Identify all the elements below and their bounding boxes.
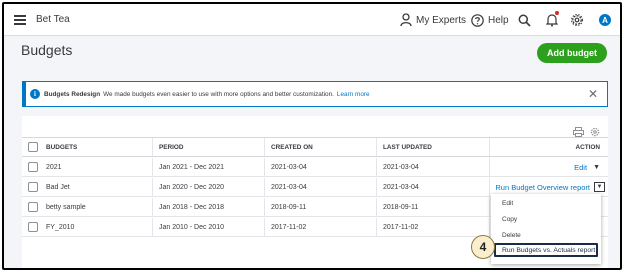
menu-item-edit[interactable]: Edit [491, 196, 601, 210]
help-button[interactable]: Help [471, 11, 509, 29]
hamburger-menu-icon[interactable] [14, 15, 26, 25]
app-window: Bet Tea My Experts Help A Budgets Add bu… [2, 2, 622, 270]
notification-badge [555, 11, 559, 15]
row-check-cell [28, 178, 38, 196]
chevron-down-icon[interactable]: ▼ [594, 182, 605, 192]
row-check-cell [28, 218, 38, 236]
row-checkbox[interactable] [28, 162, 38, 172]
step-number-callout: 4 [471, 235, 495, 259]
menu-item-run-budgets-vs-actuals[interactable]: Run Budgets vs. Actuals report [494, 243, 598, 257]
budget-updated: 2017-11-02 [376, 218, 418, 236]
company-name: Bet Tea [36, 14, 70, 25]
header-period[interactable]: PERIOD [152, 138, 184, 156]
budget-name[interactable]: 2021 [40, 158, 62, 176]
budget-updated: 2021-03-04 [376, 178, 419, 196]
my-experts-label: My Experts [416, 14, 467, 26]
settings-button[interactable] [570, 11, 584, 29]
bell-icon [546, 14, 558, 27]
budget-updated: 2018-09-11 [376, 198, 418, 216]
budget-period: Jan 2010 - Dec 2010 [152, 218, 224, 236]
row-action-menu: Edit Copy Delete Run Budgets vs. Actuals… [491, 194, 601, 264]
info-icon: i [30, 89, 40, 99]
chevron-down-icon[interactable]: ▼ [593, 164, 600, 171]
budget-created: 2017-11-02 [264, 218, 306, 236]
row-action: Edit ▼ [489, 158, 608, 176]
close-icon[interactable]: ✕ [588, 88, 598, 100]
notifications-button[interactable] [546, 11, 559, 29]
row-check-cell [28, 158, 38, 176]
select-all-checkbox[interactable] [28, 142, 38, 152]
row-checkbox[interactable] [28, 182, 38, 192]
budget-period: Jan 2018 - Dec 2018 [152, 198, 224, 216]
gear-icon [571, 14, 583, 26]
row-check-cell [28, 198, 38, 216]
menu-item-delete[interactable]: Delete [491, 228, 601, 242]
add-budget-button[interactable]: Add budget [537, 43, 607, 63]
row-checkbox[interactable] [28, 202, 38, 212]
banner-message: We made budgets even easier to use with … [103, 90, 334, 98]
page-title: Budgets [21, 42, 73, 58]
budget-created: 2021-03-04 [264, 178, 307, 196]
header-budgets[interactable]: BUDGETS [40, 138, 77, 156]
budget-created: 2021-03-04 [264, 158, 307, 176]
budget-name[interactable]: betty sample [40, 198, 86, 216]
banner-title: Budgets Redesign [44, 90, 101, 98]
info-banner: i Budgets Redesign We made budgets even … [22, 81, 608, 107]
edit-link[interactable]: Edit [574, 163, 587, 172]
row-checkbox[interactable] [28, 222, 38, 232]
search-button[interactable] [518, 11, 531, 29]
budget-created: 2018-09-11 [264, 198, 306, 216]
budget-name[interactable]: Bad Jet [40, 178, 70, 196]
search-icon [518, 14, 531, 27]
header-created-on[interactable]: CREATED ON [264, 138, 313, 156]
help-label: Help [488, 14, 509, 26]
menu-item-copy[interactable]: Copy [491, 212, 601, 226]
question-icon [471, 13, 484, 27]
user-avatar[interactable]: A [599, 14, 611, 26]
my-experts-button[interactable]: My Experts [400, 11, 466, 29]
budget-period: Jan 2020 - Dec 2020 [152, 178, 224, 196]
header-last-updated[interactable]: LAST UPDATED [376, 138, 432, 156]
budget-period: Jan 2021 - Dec 2021 [152, 158, 224, 176]
table-row: 2021 Jan 2021 - Dec 2021 2021-03-04 2021… [22, 158, 608, 177]
select-all-cell [28, 138, 38, 156]
table-header: BUDGETS PERIOD CREATED ON LAST UPDATED A… [22, 137, 608, 157]
run-budget-overview-link[interactable]: Run Budget Overview report [495, 183, 590, 192]
budget-name[interactable]: FY_2010 [40, 218, 74, 236]
top-bar: Bet Tea My Experts Help A [4, 4, 620, 36]
header-action: ACTION [489, 138, 608, 156]
person-icon [400, 13, 412, 27]
learn-more-link[interactable]: Learn more [337, 91, 370, 98]
budget-updated: 2021-03-04 [376, 158, 419, 176]
